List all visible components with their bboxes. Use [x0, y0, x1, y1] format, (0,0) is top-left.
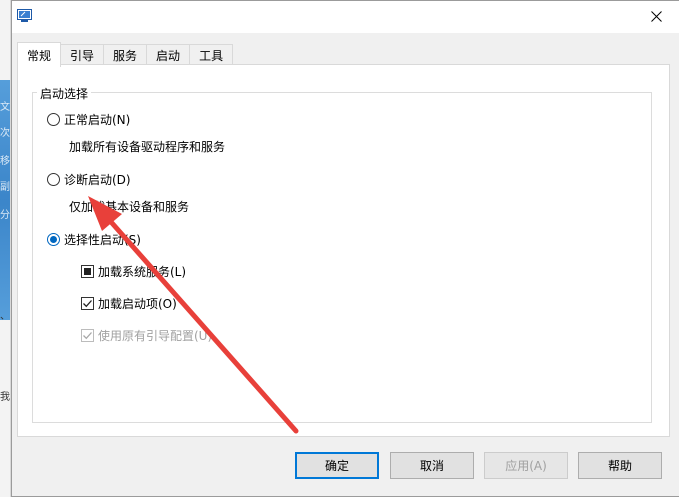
normal-startup-description: 加载所有设备驱动程序和服务 [69, 140, 226, 154]
checkbox-checked-disabled-icon [81, 328, 94, 342]
tab-strip: 常规 引导 服务 启动 工具 [17, 42, 234, 67]
background-glyph: 副 [0, 182, 10, 193]
selective-startup-radio[interactable]: 选择性启动(S) [47, 230, 141, 248]
close-icon [650, 10, 662, 22]
background-text: 我 [0, 392, 10, 403]
radio-checked-icon [47, 232, 60, 246]
background-glyph: 次 [0, 128, 10, 139]
apply-button[interactable]: 应用(A) [484, 452, 568, 479]
close-button[interactable] [633, 1, 679, 31]
msconfig-app-icon [17, 9, 32, 22]
tab-label: 常规 [27, 48, 52, 63]
background-glyph: 文 [0, 102, 10, 113]
title-bar [12, 1, 679, 33]
radio-label: 选择性启动(S) [64, 232, 141, 247]
group-legend: 启动选择 [37, 85, 92, 102]
tab-tools[interactable]: 工具 [190, 44, 234, 66]
tab-label: 启动 [156, 49, 181, 63]
load-startup-items-checkbox[interactable]: 加载启动项(O) [81, 294, 177, 312]
desktop-wallpaper-strip [0, 80, 10, 320]
normal-startup-radio[interactable]: 正常启动(N) [47, 110, 130, 128]
tab-label: 工具 [199, 49, 224, 63]
ok-button[interactable]: 确定 [295, 452, 379, 479]
diagnostic-startup-radio[interactable]: 诊断启动(D) [47, 170, 131, 188]
cancel-button[interactable]: 取消 [390, 452, 474, 479]
radio-label: 诊断启动(D) [64, 172, 131, 187]
diagnostic-startup-description: 仅加载基本设备和服务 [69, 200, 190, 214]
checkbox-label: 加载启动项(O) [98, 296, 177, 311]
background-glyph: 移 [0, 156, 10, 167]
tab-label: 服务 [113, 49, 138, 63]
background-glyph: 分 [0, 210, 10, 221]
background-text: 、 [0, 311, 10, 322]
load-system-services-checkbox[interactable]: 加载系统服务(L) [81, 262, 186, 280]
tab-services[interactable]: 服务 [104, 44, 148, 66]
use-original-boot-config-checkbox[interactable]: 使用原有引导配置(U) [81, 326, 212, 344]
system-configuration-dialog: 常规 引导 服务 启动 工具 启动选择 正常启动(N) 加载所有设备驱动程序和服… [11, 0, 679, 497]
tab-general[interactable]: 常规 [17, 42, 62, 67]
help-button[interactable]: 帮助 [578, 452, 662, 479]
radio-unchecked-icon [47, 172, 60, 186]
checkbox-label: 加载系统服务(L) [98, 264, 187, 279]
startup-selection-group: 启动选择 正常启动(N) 加载所有设备驱动程序和服务 诊断启动(D) 仅加载基本… [32, 85, 652, 423]
general-tab-panel: 启动选择 正常启动(N) 加载所有设备驱动程序和服务 诊断启动(D) 仅加载基本… [17, 64, 670, 437]
tab-boot[interactable]: 引导 [61, 44, 105, 66]
radio-unchecked-icon [47, 112, 60, 126]
checkbox-label: 使用原有引导配置(U) [98, 328, 213, 343]
radio-label: 正常启动(N) [64, 112, 131, 127]
tab-startup[interactable]: 启动 [147, 44, 191, 66]
checkbox-checked-icon [81, 296, 94, 310]
checkbox-indeterminate-icon [81, 264, 94, 278]
tab-label: 引导 [70, 49, 95, 63]
